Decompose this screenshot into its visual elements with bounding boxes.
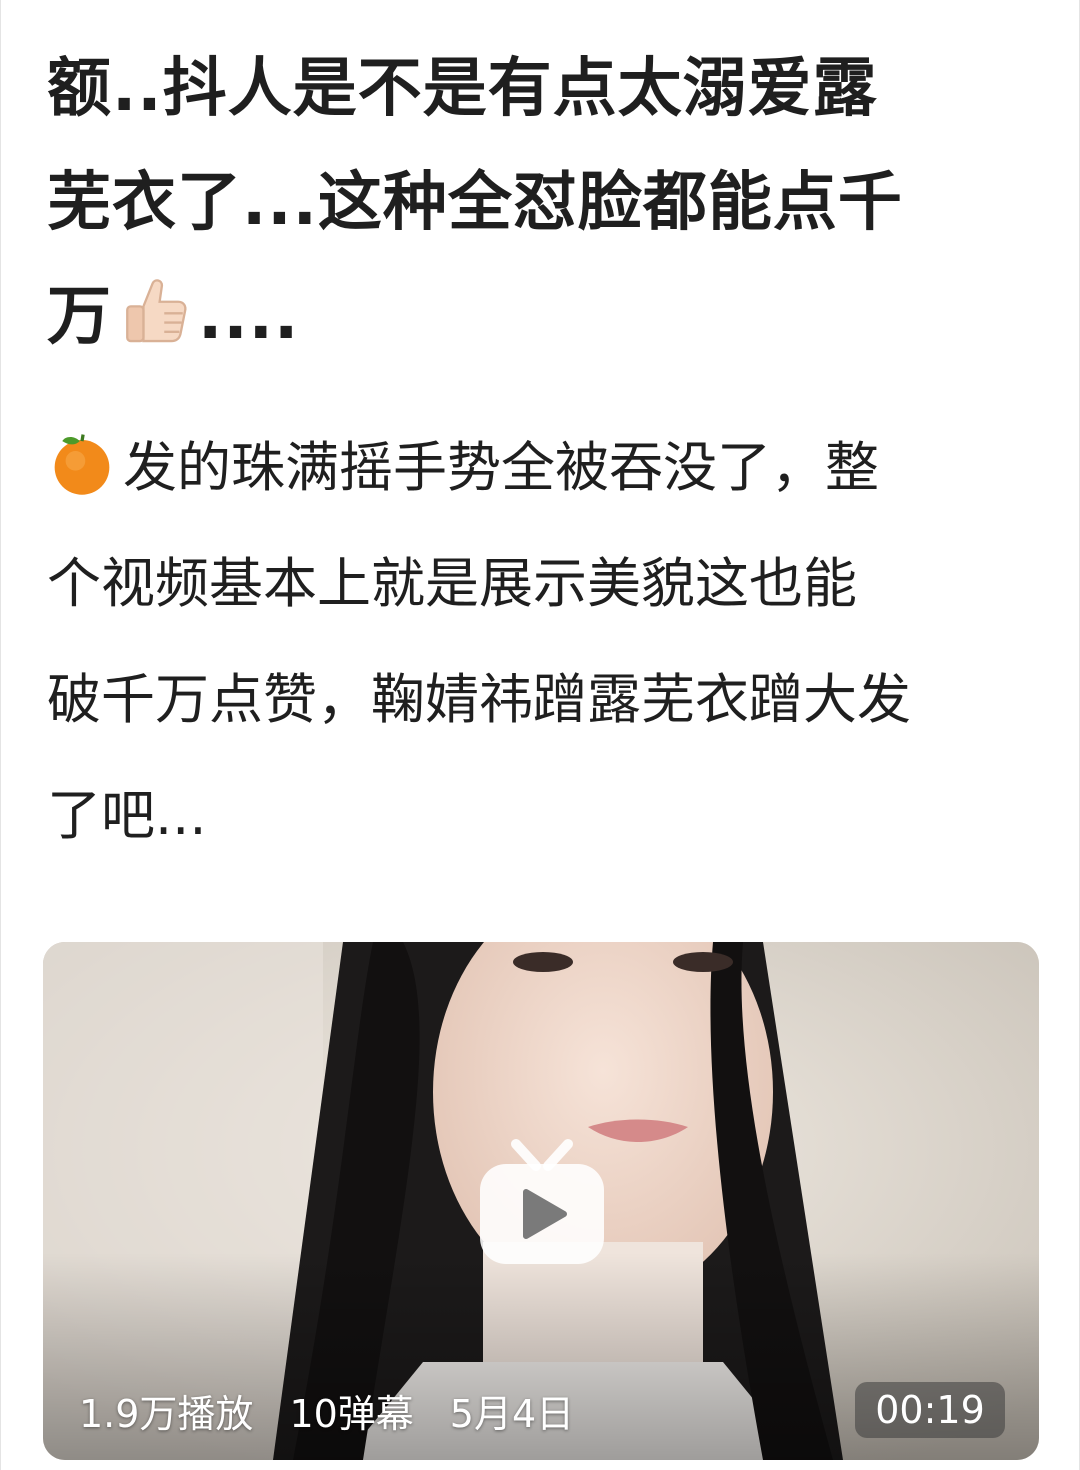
post-title: 额..抖人是不是有点太溺爱露 芜衣了...这种全怼脸都能点千 万 ....	[47, 32, 1037, 374]
tangerine-icon	[54, 434, 110, 495]
body-line-4: 了吧...	[47, 784, 207, 847]
play-count: 1.9万播放	[79, 1392, 254, 1436]
body-line-3: 破千万点赞，鞠婧祎蹭露芜衣蹭大发	[47, 668, 911, 731]
tv-play-icon[interactable]	[478, 1136, 606, 1266]
title-line-1: 额..抖人是不是有点太溺爱露	[47, 52, 878, 126]
thumbs-up-icon	[126, 279, 187, 343]
video-card[interactable]: 1.9万播放 10弹幕 5月4日 00:19	[43, 942, 1039, 1460]
body-line-1: 发的珠满摇手势全被吞没了，整	[123, 436, 879, 499]
title-line-2: 芜衣了...这种全怼脸都能点千	[47, 166, 903, 240]
video-stats: 1.9万播放 10弹幕 5月4日	[79, 1383, 574, 1438]
post-body: 发的珠满摇手势全被吞没了，整 个视频基本上就是展示美貌这也能 破千万点赞，鞠婧祎…	[47, 410, 1037, 874]
post-date: 5月4日	[449, 1392, 575, 1436]
video-duration: 00:19	[855, 1382, 1005, 1438]
body-line-2-tail: 这也能	[695, 552, 857, 615]
body-line-2: 个视频基本上就是展示美貌	[47, 552, 695, 615]
title-line-3-start: 万	[47, 280, 112, 354]
post-page: 额..抖人是不是有点太溺爱露 芜衣了...这种全怼脸都能点千 万 .... 发的…	[0, 0, 1080, 1470]
danmaku-count: 10弹幕	[289, 1392, 414, 1436]
title-line-3-end: ....	[198, 280, 300, 354]
